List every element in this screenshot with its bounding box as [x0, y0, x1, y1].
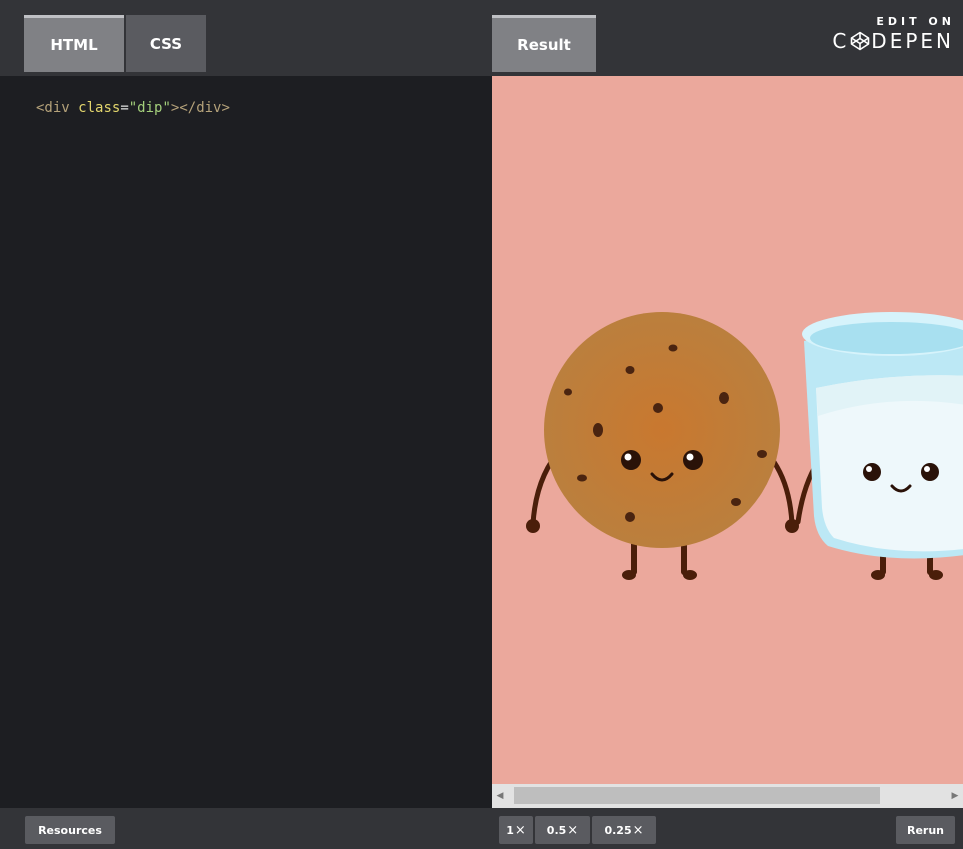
result-preview — [492, 76, 963, 784]
editor-header: HTML CSS — [0, 0, 492, 76]
milk-glass — [802, 312, 963, 559]
codepen-cube-icon — [850, 31, 870, 51]
resources-button[interactable]: Resources — [25, 816, 115, 844]
cookie-body — [544, 312, 780, 548]
tab-css[interactable]: CSS — [126, 15, 206, 72]
scroll-right-arrow-icon[interactable]: ▶ — [947, 784, 963, 808]
zoom-1x-button[interactable]: 1 × — [499, 816, 533, 844]
cookie-and-milk-illustration — [526, 312, 963, 580]
footer-bar: Resources 1 × 0.5 × 0.25 × Rerun — [0, 808, 963, 849]
zoom-0.5x-button[interactable]: 0.5 × — [535, 816, 590, 844]
scroll-thumb[interactable] — [514, 787, 880, 804]
result-header: Result EDIT ON C DEPEN — [492, 0, 963, 76]
tab-result[interactable]: Result — [492, 15, 596, 72]
horizontal-scrollbar[interactable]: ◀ ▶ — [492, 784, 963, 808]
codepen-logo: C DEPEN — [832, 29, 954, 53]
tab-html[interactable]: HTML — [24, 15, 124, 72]
edit-on-codepen-link[interactable]: EDIT ON C DEPEN — [832, 15, 951, 53]
zoom-0.25x-button[interactable]: 0.25 × — [592, 816, 656, 844]
edit-on-label: EDIT ON — [876, 15, 955, 28]
scroll-left-arrow-icon[interactable]: ◀ — [492, 784, 508, 808]
code-line: <div class="dip"></div> — [36, 100, 230, 116]
rerun-button[interactable]: Rerun — [896, 816, 955, 844]
html-code-editor[interactable]: <div class="dip"></div> — [0, 76, 492, 808]
